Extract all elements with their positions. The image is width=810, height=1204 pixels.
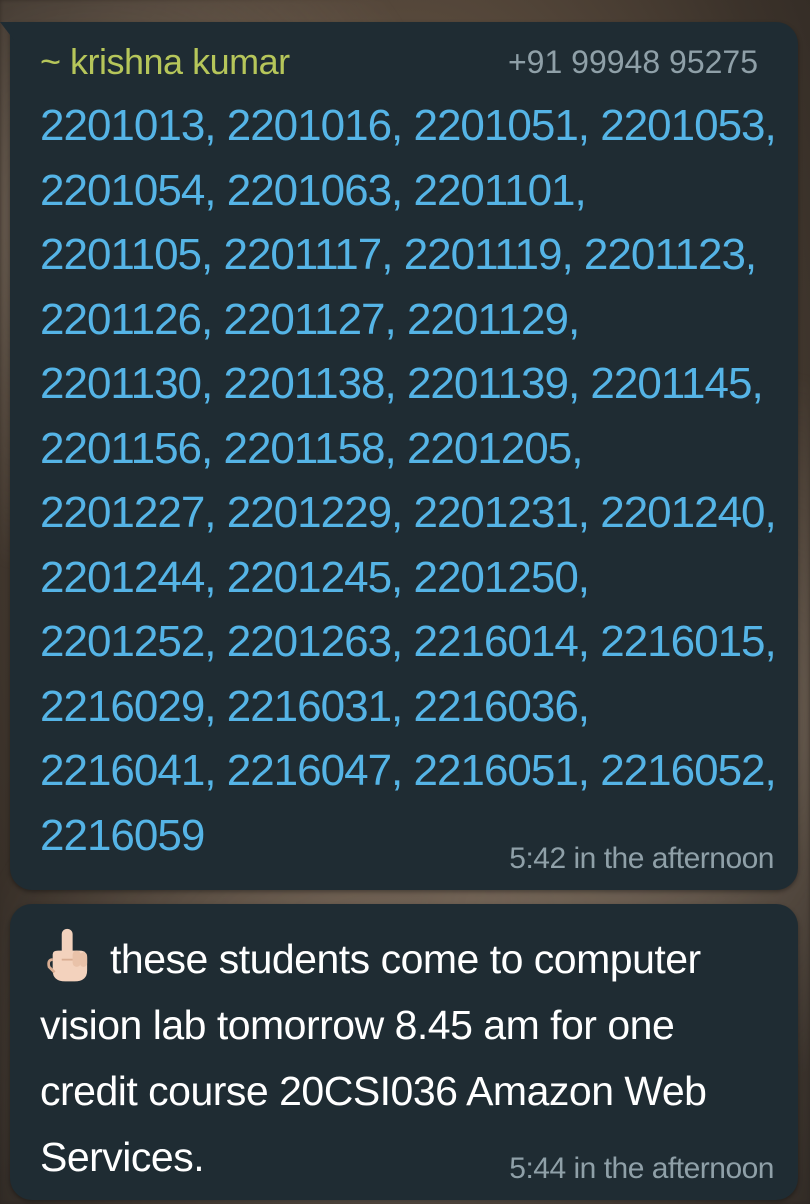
- sender-row: ~ krishna kumar +91 99948 95275: [40, 40, 758, 84]
- message-bubble-incoming[interactable]: these students come to computer vision l…: [10, 904, 798, 1200]
- number-line[interactable]: 2216041, 2216047, 2216051, 2216052,: [40, 739, 780, 804]
- message-timestamp: 5:44 in the afternoon: [509, 1152, 774, 1185]
- number-line[interactable]: 2201126, 2201127, 2201129,: [40, 288, 780, 353]
- number-line[interactable]: 2201252, 2201263, 2216014, 2216015,: [40, 610, 780, 675]
- sender-phone[interactable]: +91 99948 95275: [508, 44, 758, 81]
- sender-name[interactable]: ~ krishna kumar: [40, 41, 290, 83]
- message-text[interactable]: these students come to computer vision l…: [40, 936, 707, 1180]
- message-text-block: these students come to computer vision l…: [40, 926, 770, 1190]
- message-bubble-incoming[interactable]: ~ krishna kumar +91 99948 95275 2201013,…: [0, 22, 798, 890]
- number-line[interactable]: 2201244, 2201245, 2201250,: [40, 546, 780, 611]
- number-line[interactable]: 2216029, 2216031, 2216036,: [40, 675, 780, 740]
- number-line[interactable]: 2201013, 2201016, 2201051, 2201053,: [40, 94, 780, 159]
- number-line[interactable]: 2201054, 2201063, 2201101,: [40, 159, 780, 224]
- number-line[interactable]: 2201105, 2201117, 2201119, 2201123,: [40, 223, 780, 288]
- number-line[interactable]: 2201130, 2201138, 2201139, 2201145,: [40, 352, 780, 417]
- pointing-up-hand-icon: [47, 928, 88, 982]
- message-timestamp: 5:42 in the afternoon: [509, 842, 774, 875]
- number-line[interactable]: 2201227, 2201229, 2201231, 2201240,: [40, 481, 780, 546]
- bubble-tail: [0, 22, 14, 40]
- message-number-list: 2201013, 2201016, 2201051, 2201053, 2201…: [40, 94, 780, 868]
- number-line[interactable]: 2201156, 2201158, 2201205,: [40, 417, 780, 482]
